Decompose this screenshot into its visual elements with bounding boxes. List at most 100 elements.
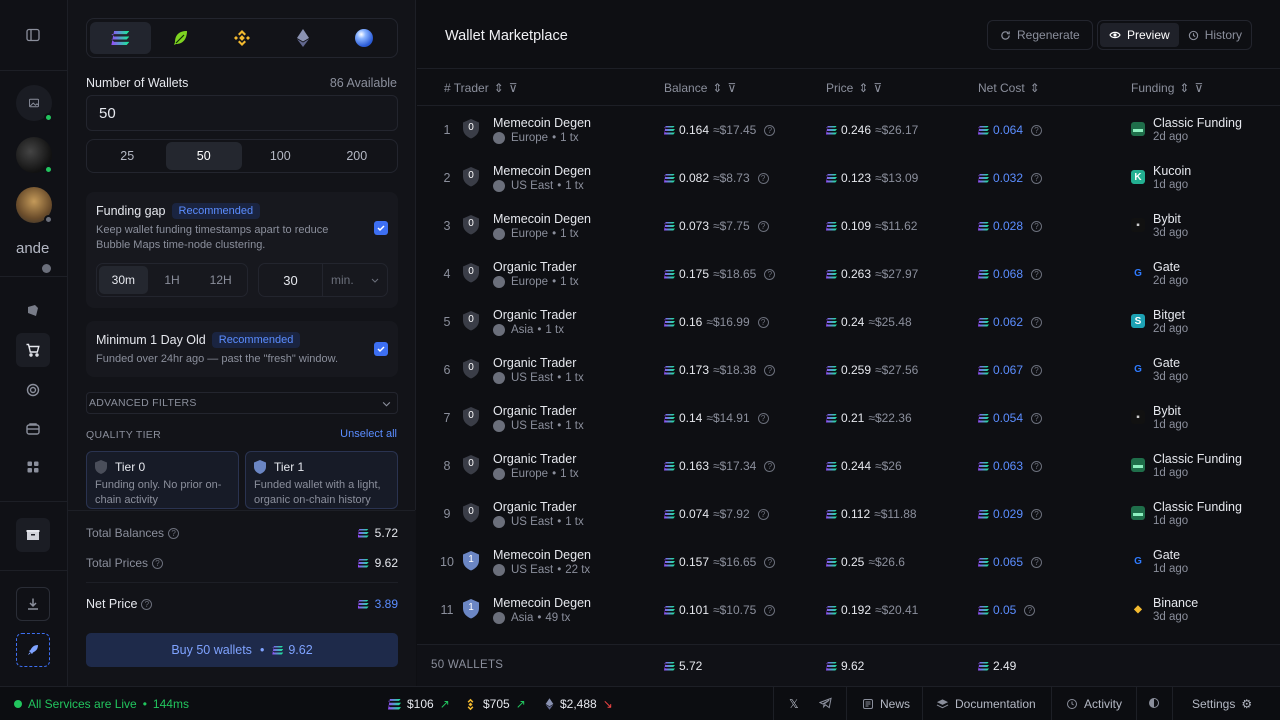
package-icon[interactable] xyxy=(16,518,50,552)
table-row[interactable]: 3 0 Memecoin Degen Europe • 1 tx 0.073 ≈… xyxy=(417,202,1280,250)
vault-icon[interactable] xyxy=(16,412,50,446)
eth-ticker[interactable]: $2,488 ↘ xyxy=(545,697,613,711)
help-icon[interactable]: ? xyxy=(764,364,776,376)
news-link[interactable]: News xyxy=(862,697,910,711)
advanced-filters-toggle[interactable]: ADVANCED FILTERS xyxy=(86,392,398,414)
help-icon[interactable]: ? xyxy=(764,460,776,472)
user-initials[interactable]: ande xyxy=(16,240,49,257)
help-icon[interactable]: ? xyxy=(1031,220,1043,232)
solana-chain-button[interactable] xyxy=(90,22,151,54)
documentation-link[interactable]: Documentation xyxy=(936,697,1036,711)
dashboard-icon[interactable] xyxy=(16,450,50,484)
ethereum-chain-button[interactable] xyxy=(272,22,333,54)
help-icon[interactable]: ? xyxy=(152,557,164,569)
help-icon[interactable]: ? xyxy=(168,527,180,539)
help-icon[interactable]: ? xyxy=(764,268,776,280)
filter-icon[interactable]: ⊽ xyxy=(509,81,518,95)
help-icon[interactable]: ? xyxy=(757,508,769,520)
interval-1h[interactable]: 1H xyxy=(148,266,197,294)
filter-icon[interactable]: ⊽ xyxy=(727,81,736,95)
col-trader[interactable]: # Trader ⇕ ⊽ xyxy=(444,81,518,95)
leaf-chain-button[interactable] xyxy=(151,22,212,54)
regenerate-button[interactable]: Regenerate xyxy=(987,20,1093,50)
sidebar-toggle-icon[interactable] xyxy=(16,18,50,52)
help-icon[interactable]: ? xyxy=(757,220,769,232)
help-icon[interactable]: ? xyxy=(1031,316,1043,328)
help-icon[interactable]: ? xyxy=(1024,604,1036,616)
table-row[interactable]: 9 0 Organic Trader US East • 1 tx 0.074 … xyxy=(417,490,1280,538)
help-icon[interactable]: ? xyxy=(1031,364,1043,376)
filter-icon[interactable]: ⊽ xyxy=(1194,81,1203,95)
table-row[interactable]: 11 1 Memecoin Degen Asia • 49 tx 0.101 ≈… xyxy=(417,586,1280,634)
unselect-all-link[interactable]: Unselect all xyxy=(340,428,397,440)
funding-gap-checkbox[interactable] xyxy=(374,221,388,235)
preset-100[interactable]: 100 xyxy=(242,142,319,170)
min-age-checkbox[interactable] xyxy=(374,342,388,356)
image-avatar[interactable] xyxy=(16,85,53,122)
help-icon[interactable]: ? xyxy=(1031,412,1043,424)
buy-wallets-button[interactable]: Buy 50 wallets • 9.62 xyxy=(86,633,398,667)
preset-50[interactable]: 50 xyxy=(165,142,242,170)
table-row[interactable]: 5 0 Organic Trader Asia • 1 tx 0.16 ≈$16… xyxy=(417,298,1280,346)
table-row[interactable]: 6 0 Organic Trader US East • 1 tx 0.173 … xyxy=(417,346,1280,394)
theme-icon[interactable] xyxy=(1148,697,1160,709)
table-row[interactable]: 7 0 Organic Trader US East • 1 tx 0.14 ≈… xyxy=(417,394,1280,442)
col-net-cost[interactable]: Net Cost ⇕ xyxy=(978,81,1040,95)
x-social-icon[interactable]: 𝕏 xyxy=(789,697,799,711)
profile-avatar[interactable] xyxy=(16,187,53,224)
solana-icon xyxy=(978,221,989,231)
marketplace-cart-icon[interactable] xyxy=(16,333,50,367)
col-price[interactable]: Price ⇕ ⊽ xyxy=(826,81,882,95)
table-row[interactable]: 2 0 Memecoin Degen US East • 1 tx 0.082 … xyxy=(417,154,1280,202)
wallet-count-input[interactable]: 50 xyxy=(86,95,398,131)
blue-chain-button[interactable] xyxy=(333,22,394,54)
telegram-icon[interactable] xyxy=(819,697,832,709)
tier-1-card[interactable]: Tier 1 Funded wallet with a light, organ… xyxy=(245,451,398,509)
tag-icon[interactable] xyxy=(16,294,50,328)
bnb-ticker[interactable]: $705 ↗ xyxy=(464,697,526,711)
custom-interval-input[interactable]: 30 xyxy=(259,264,323,296)
table-row[interactable]: 1 0 Memecoin Degen Europe • 1 tx 0.164 ≈… xyxy=(417,106,1280,154)
funding-gap-desc-1: Keep wallet funding timestamps apart to … xyxy=(96,224,329,236)
preview-tab[interactable]: Preview xyxy=(1100,23,1179,47)
preset-25[interactable]: 25 xyxy=(89,142,166,170)
help-icon[interactable]: ? xyxy=(1031,268,1043,280)
unit-select[interactable]: min. xyxy=(323,264,387,296)
help-icon[interactable]: ? xyxy=(1031,508,1043,520)
col-balance[interactable]: Balance ⇕ ⊽ xyxy=(664,81,736,95)
help-icon[interactable]: ? xyxy=(1031,172,1043,184)
col-net-cost-label: Net Cost xyxy=(978,81,1025,95)
table-row[interactable]: 4 0 Organic Trader Europe • 1 tx 0.175 ≈… xyxy=(417,250,1280,298)
service-status[interactable]: All Services are Live • 144ms xyxy=(14,697,189,711)
table-row[interactable]: 10 1 Memecoin Degen US East • 22 tx 0.15… xyxy=(417,538,1280,586)
filter-icon[interactable]: ⊽ xyxy=(873,81,882,95)
interval-12h[interactable]: 12H xyxy=(196,266,245,294)
help-icon[interactable]: ? xyxy=(757,412,769,424)
wallet-avatar-dark[interactable] xyxy=(16,137,53,174)
help-icon[interactable]: ? xyxy=(1031,124,1043,136)
help-icon[interactable]: ? xyxy=(757,316,769,328)
bnb-chain-button[interactable] xyxy=(212,22,273,54)
sol-ticker[interactable]: $106 ↗ xyxy=(388,697,450,711)
download-icon[interactable] xyxy=(16,587,50,621)
help-icon[interactable]: ? xyxy=(757,172,769,184)
history-tab[interactable]: History xyxy=(1179,23,1251,47)
col-funding[interactable]: Funding ⇕ ⊽ xyxy=(1131,81,1203,95)
table-row[interactable]: 8 0 Organic Trader Europe • 1 tx 0.163 ≈… xyxy=(417,442,1280,490)
balance-usd: ≈$8.73 xyxy=(713,171,750,185)
radar-icon[interactable] xyxy=(16,373,50,407)
help-icon[interactable]: ? xyxy=(1031,556,1043,568)
recommended-badge: Recommended xyxy=(211,332,301,348)
help-icon[interactable]: ? xyxy=(764,124,776,136)
help-icon[interactable]: ? xyxy=(764,604,776,616)
settings-button[interactable]: Settings ⚙ xyxy=(1192,697,1252,711)
help-icon[interactable]: ? xyxy=(1031,460,1043,472)
help-icon[interactable]: ? xyxy=(764,556,776,568)
activity-link[interactable]: Activity xyxy=(1066,697,1122,711)
help-icon[interactable]: ? xyxy=(141,598,153,610)
funding-source: Bybit xyxy=(1153,404,1181,418)
interval-30m[interactable]: 30m xyxy=(99,266,148,294)
tier-0-card[interactable]: Tier 0 Funding only. No prior on- chain … xyxy=(86,451,239,509)
rocket-icon[interactable] xyxy=(16,633,50,667)
preset-200[interactable]: 200 xyxy=(319,142,396,170)
